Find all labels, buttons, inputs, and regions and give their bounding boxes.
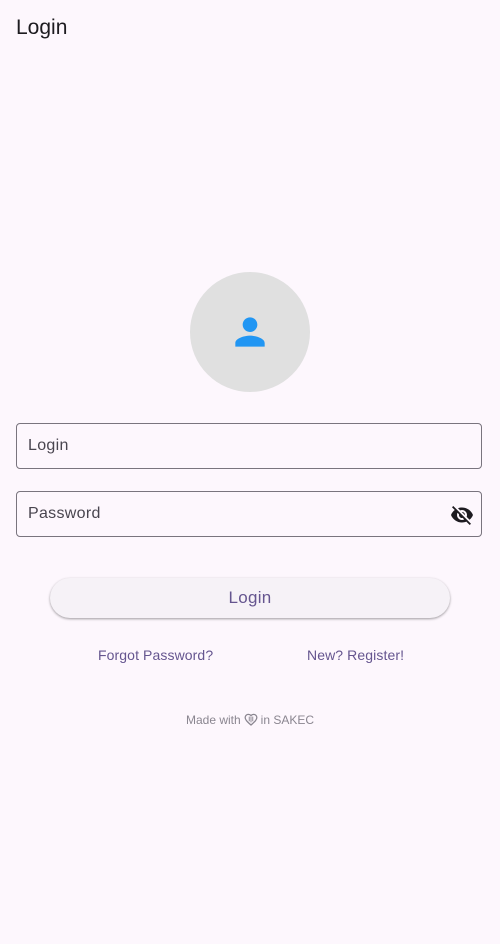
login-button[interactable]: Login xyxy=(50,578,450,618)
password-input[interactable] xyxy=(28,492,428,536)
footer-made-with: Made with xyxy=(185,713,241,727)
login-field[interactable] xyxy=(16,423,482,469)
password-field[interactable] xyxy=(16,491,482,537)
heart-icon xyxy=(244,713,258,730)
login-input[interactable] xyxy=(28,424,428,468)
person-icon xyxy=(235,317,265,347)
footer-location: in SAKEC xyxy=(260,713,315,727)
app-bar-title: Login xyxy=(16,16,68,39)
password-visibility-toggle[interactable] xyxy=(450,503,474,527)
footer: Made with in SAKEC xyxy=(0,712,500,730)
register-link[interactable]: New? Register! xyxy=(307,646,404,664)
visibility-off-icon xyxy=(451,506,473,525)
forgot-password-link[interactable]: Forgot Password? xyxy=(98,646,213,664)
avatar xyxy=(190,272,310,392)
